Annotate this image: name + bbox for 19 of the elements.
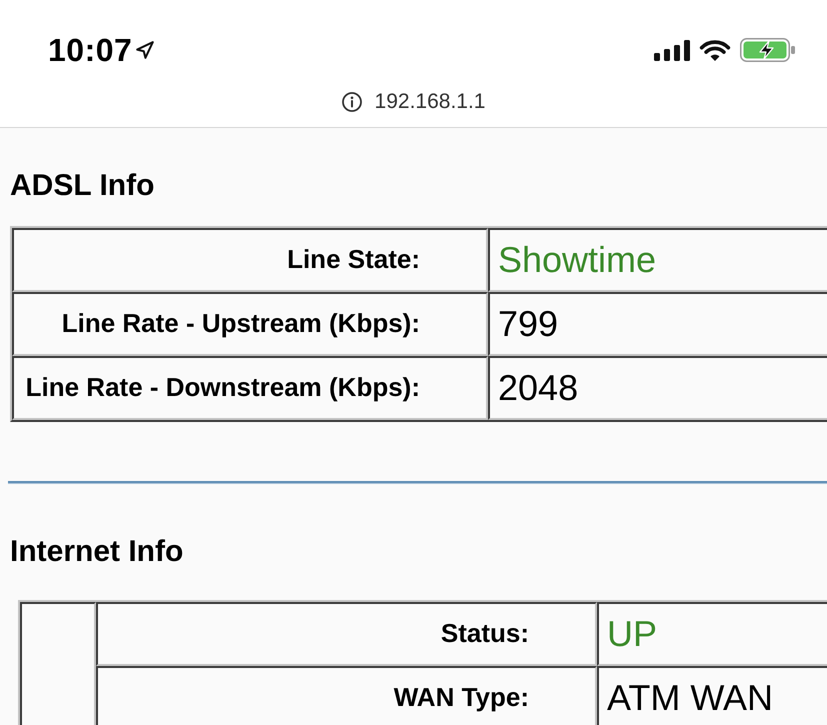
field-value: Showtime bbox=[498, 239, 656, 280]
field-value: 799 bbox=[498, 303, 558, 344]
field-label: Line State: bbox=[287, 244, 420, 274]
field-label: Status: bbox=[440, 618, 529, 648]
field-label: Line Rate - Downstream (Kbps): bbox=[26, 372, 420, 402]
field-value: ATM WAN bbox=[607, 677, 773, 718]
battery-charging-icon bbox=[740, 38, 795, 62]
field-value: UP bbox=[607, 613, 658, 654]
section-heading: ADSL Info bbox=[10, 169, 154, 203]
field-label: WAN Type: bbox=[394, 682, 529, 712]
info-icon[interactable] bbox=[342, 92, 362, 112]
field-label: Line Rate - Upstream (Kbps): bbox=[62, 308, 420, 338]
section-heading: Internet Info bbox=[10, 535, 184, 569]
url-text[interactable]: 192.168.1.1 bbox=[374, 91, 486, 112]
field-value: 2048 bbox=[498, 367, 578, 408]
wifi-icon bbox=[699, 38, 731, 62]
signal-bars-icon bbox=[654, 40, 690, 60]
location-arrow-icon bbox=[136, 41, 154, 59]
status-time: 10:07 bbox=[48, 34, 132, 66]
